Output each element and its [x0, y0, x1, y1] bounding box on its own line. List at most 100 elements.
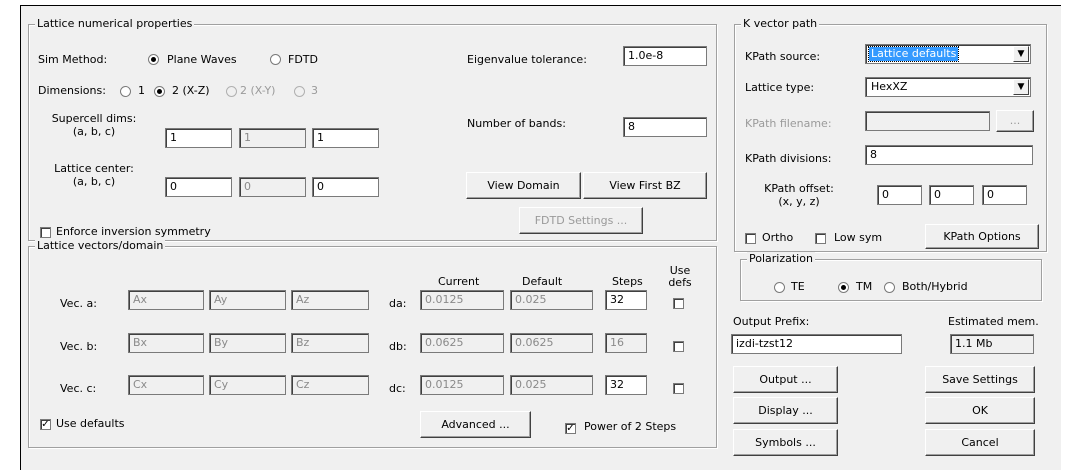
cancel-button[interactable]: Cancel [925, 429, 1035, 456]
output-prefix-input[interactable]: izdi-tzst12 [731, 334, 902, 354]
vec-a-y-input[interactable]: Ay [209, 290, 286, 310]
vec-a-z-input[interactable]: Az [291, 290, 369, 310]
eigen-tolerance-input[interactable]: 1.0e-8 [623, 46, 707, 66]
db-label: db: [389, 340, 407, 353]
lattice-properties-title: Lattice numerical properties [35, 17, 195, 31]
kpath-divisions-label: KPath divisions: [745, 152, 832, 165]
eigen-tolerance-label: Eigenvalue tolerance: [467, 53, 587, 66]
dc-steps-input[interactable]: 32 [605, 375, 647, 395]
kpath-offset-label-line2: (x, y, z) [778, 195, 820, 208]
kpath-browse-button[interactable]: ... [996, 110, 1034, 132]
enforce-inversion-checkbox[interactable] [40, 227, 51, 238]
ortho-checkbox[interactable] [745, 233, 756, 244]
dim-2xy-label[interactable]: 2 (X-Y) [240, 84, 275, 97]
tm-label[interactable]: TM [856, 280, 872, 293]
vec-c-label: Vec. c: [60, 382, 97, 395]
lattice-type-select[interactable]: HexXZ ▼ [865, 77, 1031, 97]
view-domain-button[interactable]: View Domain [466, 172, 581, 199]
kpath-offset-x-input[interactable]: 0 [877, 185, 922, 205]
db-current-input[interactable]: 0.0625 [420, 333, 504, 353]
dim-3-label[interactable]: 3 [311, 84, 318, 97]
ortho-label[interactable]: Ortho [762, 231, 793, 244]
plane-waves-label[interactable]: Plane Waves [167, 53, 237, 66]
power-of-2-label[interactable]: Power of 2 Steps [584, 420, 676, 433]
symbols-button[interactable]: Symbols ... [733, 429, 838, 456]
te-radio[interactable] [774, 282, 785, 293]
vec-b-use-defs-checkbox[interactable] [673, 341, 684, 352]
kpath-offset-z-input[interactable]: 0 [982, 185, 1027, 205]
da-label: da: [389, 297, 407, 310]
da-current-input[interactable]: 0.0125 [420, 290, 504, 310]
da-default-input[interactable]: 0.025 [510, 290, 593, 310]
supercell-label-line2: (a, b, c) [72, 125, 116, 138]
da-steps-input[interactable]: 32 [605, 290, 647, 310]
dc-label: dc: [389, 382, 406, 395]
dim-1-label[interactable]: 1 [138, 84, 145, 97]
supercell-a-input[interactable]: 1 [165, 128, 232, 148]
dc-current-input[interactable]: 0.0125 [420, 375, 504, 395]
fdtd-radio[interactable] [270, 54, 281, 65]
estimated-mem-value: 1.1 Mb [950, 334, 1034, 354]
lattice-vectors-title: Lattice vectors/domain [35, 239, 166, 253]
save-settings-button[interactable]: Save Settings [925, 366, 1035, 393]
te-label[interactable]: TE [791, 280, 805, 293]
both-hybrid-label[interactable]: Both/Hybrid [902, 280, 968, 293]
vec-c-z-input[interactable]: Cz [291, 375, 369, 395]
number-of-bands-input[interactable]: 8 [623, 117, 707, 137]
vec-c-y-input[interactable]: Cy [209, 375, 286, 395]
tm-radio[interactable] [838, 282, 849, 293]
supercell-label: Supercell dims: (a, b, c) [36, 112, 152, 138]
center-c-input[interactable]: 0 [312, 177, 379, 197]
dim-1-radio[interactable] [120, 86, 131, 97]
supercell-b-input[interactable]: 1 [239, 128, 306, 148]
polarization-group: Polarization [740, 252, 1042, 301]
center-a-input[interactable]: 0 [165, 177, 232, 197]
use-defaults-label[interactable]: Use defaults [56, 417, 124, 430]
col-use-defs-line2: defs [668, 276, 692, 289]
kpath-options-button[interactable]: KPath Options [925, 224, 1039, 249]
display-button[interactable]: Display ... [733, 397, 838, 424]
center-b-input[interactable]: 0 [239, 177, 306, 197]
vec-a-x-input[interactable]: Ax [128, 290, 204, 310]
low-sym-checkbox[interactable] [815, 233, 826, 244]
kpath-divisions-input[interactable]: 8 [865, 145, 1033, 165]
kpath-source-select[interactable]: Lattice defaults ▼ [865, 44, 1031, 64]
dc-default-input[interactable]: 0.025 [510, 375, 593, 395]
kpath-filename-input[interactable] [865, 111, 990, 131]
vec-b-x-input[interactable]: Bx [128, 333, 204, 353]
advanced-button[interactable]: Advanced ... [420, 411, 531, 438]
output-button[interactable]: Output ... [733, 366, 838, 393]
col-default-header: Default [522, 275, 563, 288]
ok-button[interactable]: OK [925, 397, 1035, 424]
vec-c-use-defs-checkbox[interactable] [673, 383, 684, 394]
vec-b-z-input[interactable]: Bz [291, 333, 369, 353]
fdtd-settings-button[interactable]: FDTD Settings ... [519, 207, 643, 234]
chevron-down-icon[interactable]: ▼ [1013, 79, 1029, 95]
use-defaults-checkbox[interactable]: ✓ [40, 419, 51, 430]
low-sym-label[interactable]: Low sym [834, 231, 882, 244]
dim-2xy-radio[interactable] [226, 86, 237, 97]
output-prefix-label: Output Prefix: [733, 315, 810, 328]
supercell-c-input[interactable]: 1 [312, 128, 379, 148]
dim-2xz-label[interactable]: 2 (X-Z) [172, 84, 210, 97]
both-hybrid-radio[interactable] [884, 282, 895, 293]
view-first-bz-button[interactable]: View First BZ [583, 172, 707, 199]
db-steps-input[interactable]: 16 [605, 333, 647, 353]
col-steps-header: Steps [612, 275, 643, 288]
kpath-offset-label: KPath offset: (x, y, z) [745, 182, 853, 208]
vec-a-use-defs-checkbox[interactable] [673, 298, 684, 309]
plane-waves-radio[interactable] [148, 54, 159, 65]
enforce-inversion-label[interactable]: Enforce inversion symmetry [56, 225, 211, 238]
vec-c-x-input[interactable]: Cx [128, 375, 204, 395]
vec-b-y-input[interactable]: By [209, 333, 286, 353]
power-of-2-checkbox[interactable]: ✓ [565, 423, 576, 434]
dimensions-label: Dimensions: [38, 84, 106, 97]
polarization-title: Polarization [747, 252, 815, 266]
dim-3-radio[interactable] [294, 86, 305, 97]
dim-2xz-radio[interactable] [154, 86, 165, 97]
fdtd-label[interactable]: FDTD [288, 53, 318, 66]
kpath-offset-y-input[interactable]: 0 [929, 185, 974, 205]
kpath-source-label: KPath source: [745, 50, 821, 63]
db-default-input[interactable]: 0.0625 [510, 333, 593, 353]
chevron-down-icon[interactable]: ▼ [1013, 46, 1029, 62]
